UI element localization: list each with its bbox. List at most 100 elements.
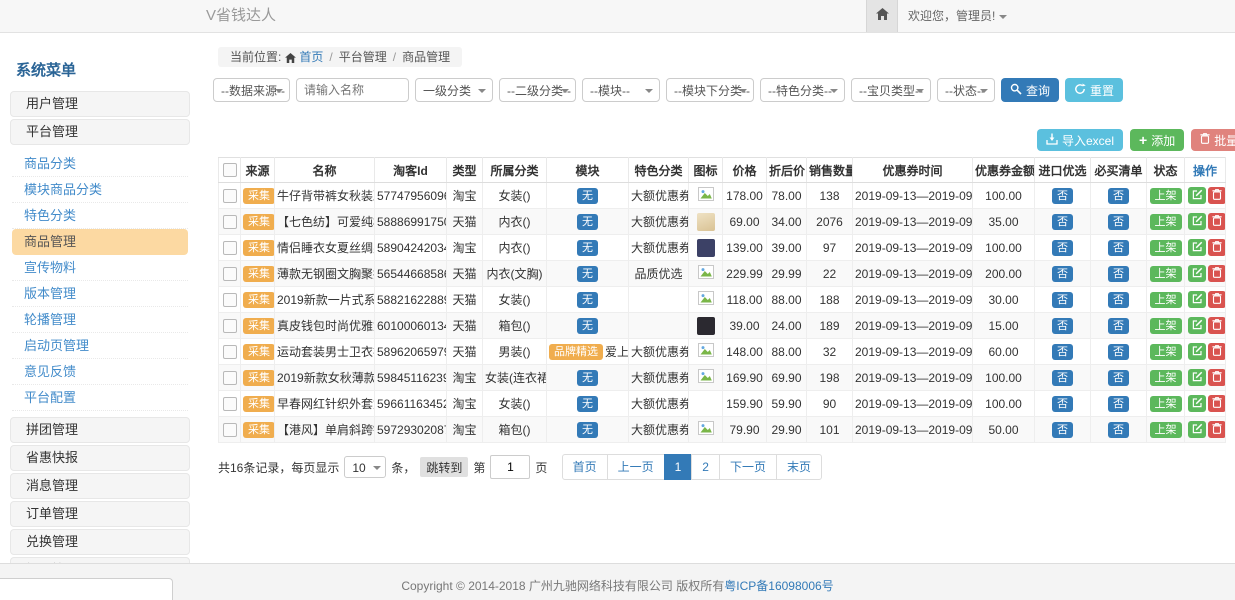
delete-button[interactable] [1208,265,1226,282]
must-buy-toggle-badge[interactable]: 否 [1108,266,1129,282]
status-badge[interactable]: 上架 [1150,370,1182,386]
must-buy-toggle-badge[interactable]: 否 [1108,318,1129,334]
status-badge[interactable]: 上架 [1150,422,1182,438]
must-buy-toggle-badge[interactable]: 否 [1108,370,1129,386]
sidebar-item-carousel-mgmt[interactable]: 轮播管理 [12,307,188,333]
status-badge[interactable]: 上架 [1150,344,1182,360]
sidebar-item-promo-materials[interactable]: 宣传物料 [12,255,188,281]
add-button[interactable]: 添加 [1130,129,1184,151]
sidebar-item-platform-config[interactable]: 平台配置 [12,385,188,411]
import-toggle-badge[interactable]: 否 [1052,318,1073,334]
sidebar-item-feature-category[interactable]: 特色分类 [12,203,188,229]
import-toggle-badge[interactable]: 否 [1052,266,1073,282]
row-checkbox[interactable] [223,293,237,307]
status-badge[interactable]: 上架 [1150,266,1182,282]
must-buy-toggle-badge[interactable]: 否 [1108,396,1129,412]
delete-button[interactable] [1208,343,1226,360]
pager-next[interactable]: 下一页 [719,454,777,480]
row-checkbox[interactable] [223,397,237,411]
row-checkbox[interactable] [223,319,237,333]
delete-button[interactable] [1208,213,1226,230]
item-type-select[interactable]: --宝贝类型-- [851,78,931,102]
breadcrumb-home-link[interactable]: 首页 [299,50,323,64]
icp-link[interactable]: 粤ICP备16098006号 [724,579,833,593]
import-toggle-badge[interactable]: 否 [1052,396,1073,412]
sidebar-item-product-category[interactable]: 商品分类 [12,151,188,177]
must-buy-toggle-badge[interactable]: 否 [1108,240,1129,256]
delete-button[interactable] [1208,291,1226,308]
status-badge[interactable]: 上架 [1150,292,1182,308]
import-excel-button[interactable]: 导入excel [1037,129,1123,151]
delete-button[interactable] [1208,187,1226,204]
edit-button[interactable] [1188,369,1206,386]
import-toggle-badge[interactable]: 否 [1052,422,1073,438]
sidebar-item-module-product-category[interactable]: 模块商品分类 [12,177,188,203]
import-toggle-badge[interactable]: 否 [1052,214,1073,230]
status-badge[interactable]: 上架 [1150,396,1182,412]
must-buy-toggle-badge[interactable]: 否 [1108,344,1129,360]
must-buy-toggle-badge[interactable]: 否 [1108,188,1129,204]
module-sub-select[interactable]: --模块下分类-- [666,78,754,102]
row-checkbox[interactable] [223,241,237,255]
feature-category-select[interactable]: --特色分类-- [760,78,845,102]
sidebar-item-order-mgmt[interactable]: 订单管理 [10,501,190,527]
pager-last[interactable]: 末页 [776,454,822,480]
import-toggle-badge[interactable]: 否 [1052,344,1073,360]
select-all-checkbox[interactable] [223,163,237,177]
data-source-select[interactable]: --数据来源-- [213,78,290,102]
name-search-input[interactable] [296,78,409,102]
status-select[interactable]: --状态-- [937,78,995,102]
must-buy-toggle-badge[interactable]: 否 [1108,422,1129,438]
row-checkbox[interactable] [223,215,237,229]
edit-button[interactable] [1188,317,1206,334]
user-menu[interactable]: 欢迎您，管理员! [908,0,1007,32]
edit-button[interactable] [1188,187,1206,204]
edit-button[interactable] [1188,239,1206,256]
status-badge[interactable]: 上架 [1150,214,1182,230]
edit-button[interactable] [1188,213,1206,230]
page-number-input[interactable] [490,455,530,479]
query-button[interactable]: 查询 [1001,78,1059,102]
edit-button[interactable] [1188,343,1206,360]
module-select[interactable]: --模块-- [582,78,660,102]
delete-button[interactable] [1208,317,1226,334]
delete-button[interactable] [1208,395,1226,412]
sidebar-item-feedback[interactable]: 意见反馈 [12,359,188,385]
batch-delete-button[interactable]: 批量删除 [1191,129,1235,151]
sidebar-item-message-mgmt[interactable]: 消息管理 [10,473,190,499]
row-checkbox[interactable] [223,267,237,281]
import-toggle-badge[interactable]: 否 [1052,240,1073,256]
status-badge[interactable]: 上架 [1150,188,1182,204]
delete-button[interactable] [1208,239,1226,256]
status-badge[interactable]: 上架 [1150,240,1182,256]
import-toggle-badge[interactable]: 否 [1052,188,1073,204]
page-size-select[interactable]: 10 [344,456,386,478]
sidebar-item-splash-mgmt[interactable]: 启动页管理 [12,333,188,359]
import-toggle-badge[interactable]: 否 [1052,292,1073,308]
home-nav-button[interactable] [866,0,898,32]
level2-category-select[interactable]: --二级分类-- [499,78,576,102]
level1-category-select[interactable]: 一级分类 [415,78,493,102]
must-buy-toggle-badge[interactable]: 否 [1108,292,1129,308]
row-checkbox[interactable] [223,371,237,385]
sidebar-item-express-news[interactable]: 省惠快报 [10,445,190,471]
row-checkbox[interactable] [223,423,237,437]
edit-button[interactable] [1188,395,1206,412]
edit-button[interactable] [1188,291,1206,308]
row-checkbox[interactable] [223,189,237,203]
edit-button[interactable] [1188,265,1206,282]
jump-button[interactable]: 跳转到 [420,457,468,477]
delete-button[interactable] [1208,369,1226,386]
must-buy-toggle-badge[interactable]: 否 [1108,214,1129,230]
reset-button[interactable]: 重置 [1065,78,1123,102]
sidebar-item-product-mgmt[interactable]: 商品管理 [12,229,188,255]
status-badge[interactable]: 上架 [1150,318,1182,334]
sidebar-item-group-buy-mgmt[interactable]: 拼团管理 [10,417,190,443]
pager-first[interactable]: 首页 [562,454,608,480]
sidebar-item-version-mgmt[interactable]: 版本管理 [12,281,188,307]
row-checkbox[interactable] [223,345,237,359]
sidebar-item-exchange-mgmt[interactable]: 兑换管理 [10,529,190,555]
pager-page[interactable]: 2 [691,454,720,480]
import-toggle-badge[interactable]: 否 [1052,370,1073,386]
pager-prev[interactable]: 上一页 [607,454,665,480]
